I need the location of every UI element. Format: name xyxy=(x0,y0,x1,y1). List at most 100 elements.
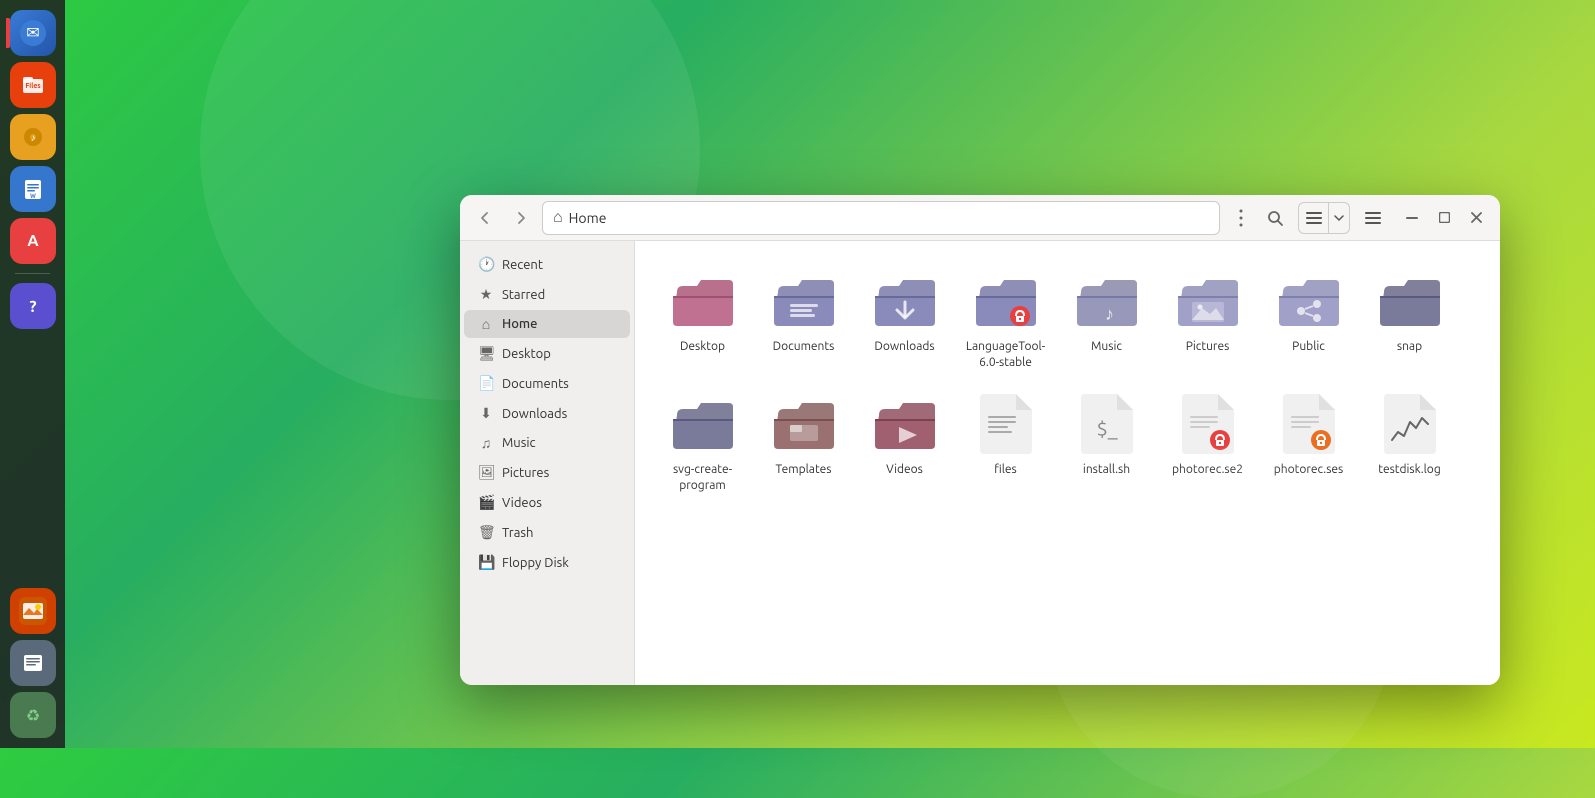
file-documents[interactable]: Documents xyxy=(756,261,851,378)
taskbar-imgviewer[interactable] xyxy=(10,588,56,634)
file-photorec-ses[interactable]: photorec.ses xyxy=(1261,384,1356,501)
clock-icon: 🕐 xyxy=(478,256,494,273)
downloads-icon: ⬇ xyxy=(478,405,494,422)
sidebar-label-music: Music xyxy=(502,436,536,450)
taskbar-files[interactable]: Files xyxy=(10,62,56,108)
photorec-ses-icon xyxy=(1277,392,1341,456)
svg-create-folder-icon xyxy=(671,392,735,456)
file-languagetool[interactable]: LanguageTool-6.0-stable xyxy=(958,261,1053,378)
documents-folder-icon xyxy=(772,269,836,333)
testdisk-log-label: testdisk.log xyxy=(1378,462,1440,478)
install-sh-label: install.sh xyxy=(1083,462,1130,478)
downloads-label: Downloads xyxy=(874,339,934,355)
sidebar-item-downloads[interactable]: ⬇ Downloads xyxy=(464,399,630,428)
file-files[interactable]: files xyxy=(958,384,1053,501)
svg-text:?: ? xyxy=(29,298,36,316)
documents-icon: 📄 xyxy=(478,375,494,392)
sidebar-item-starred[interactable]: ★ Starred xyxy=(464,280,630,309)
templates-folder-icon xyxy=(772,392,836,456)
sidebar-label-trash: Trash xyxy=(502,526,533,540)
svg-create-label: svg-create-program xyxy=(659,462,746,493)
file-pictures[interactable]: Pictures xyxy=(1160,261,1255,378)
list-view-button[interactable] xyxy=(1299,203,1329,233)
file-photorec-se2[interactable]: photorec.se2 xyxy=(1160,384,1255,501)
files-file-icon xyxy=(974,392,1038,456)
file-svg-create[interactable]: svg-create-program xyxy=(655,384,750,501)
svg-text:A: A xyxy=(27,232,39,250)
file-downloads[interactable]: Downloads xyxy=(857,261,952,378)
music-folder-icon: ♪ xyxy=(1075,269,1139,333)
sidebar-item-music[interactable]: ♫ Music xyxy=(464,429,630,457)
maximize-button[interactable] xyxy=(1430,204,1458,232)
taskbar-trash[interactable]: ♻ xyxy=(10,692,56,738)
search-button[interactable] xyxy=(1260,203,1290,233)
sidebar-label-desktop: Desktop xyxy=(502,347,551,361)
forward-button[interactable] xyxy=(506,203,536,233)
taskbar-writer[interactable]: W xyxy=(10,166,56,212)
photorec-ses-label: photorec.ses xyxy=(1274,462,1343,478)
sidebar: 🕐 Recent ★ Starred ⌂ Home 🖥 Desktop 📄 Do… xyxy=(460,241,635,685)
svg-text:♪: ♪ xyxy=(30,132,35,143)
sidebar-item-desktop[interactable]: 🖥 Desktop xyxy=(464,339,630,368)
desktop-label: Desktop xyxy=(680,339,725,355)
more-options-button[interactable] xyxy=(1226,203,1256,233)
photorec-se2-label: photorec.se2 xyxy=(1172,462,1243,478)
file-install-sh[interactable]: $_ install.sh xyxy=(1059,384,1154,501)
taskbar-help[interactable]: ? xyxy=(10,283,56,329)
desktop-icon: 🖥 xyxy=(478,345,494,362)
svg-text:$_: $_ xyxy=(1096,417,1117,441)
minimize-button[interactable] xyxy=(1398,204,1426,232)
templates-label: Templates xyxy=(776,462,832,478)
music-icon: ♫ xyxy=(478,435,494,451)
file-templates[interactable]: Templates xyxy=(756,384,851,501)
file-music[interactable]: ♪ Music xyxy=(1059,261,1154,378)
taskbar: ✉ Files ♪ W xyxy=(0,0,65,748)
files-area: Desktop D xyxy=(635,241,1500,685)
file-manager-window: ⌂ Home xyxy=(460,195,1500,685)
svg-text:W: W xyxy=(30,193,36,200)
pictures-folder-icon xyxy=(1176,269,1240,333)
install-sh-icon: $_ xyxy=(1075,392,1139,456)
taskbar-audio[interactable]: ♪ xyxy=(10,114,56,160)
sidebar-item-recent[interactable]: 🕐 Recent xyxy=(464,250,630,279)
close-button[interactable] xyxy=(1462,204,1490,232)
floppy-icon: 💾 xyxy=(478,554,494,571)
svg-text:Files: Files xyxy=(25,82,41,90)
sidebar-item-home[interactable]: ⌂ Home xyxy=(464,310,630,338)
svg-text:✉: ✉ xyxy=(26,24,39,42)
main-content: 🕐 Recent ★ Starred ⌂ Home 🖥 Desktop 📄 Do… xyxy=(460,241,1500,685)
taskbar-email[interactable]: ✉ xyxy=(10,10,56,56)
file-snap[interactable]: snap xyxy=(1362,261,1457,378)
snap-folder-icon xyxy=(1378,269,1442,333)
sidebar-item-trash[interactable]: 🗑 Trash xyxy=(464,518,630,547)
address-bar[interactable]: ⌂ Home xyxy=(542,201,1220,235)
sidebar-item-pictures[interactable]: 🖼 Pictures xyxy=(464,458,630,487)
file-testdisk-log[interactable]: testdisk.log xyxy=(1362,384,1457,501)
public-label: Public xyxy=(1292,339,1325,355)
taskbar-appstore[interactable]: A xyxy=(10,218,56,264)
languagetool-label: LanguageTool-6.0-stable xyxy=(962,339,1049,370)
svg-text:♻: ♻ xyxy=(25,707,39,725)
back-button[interactable] xyxy=(470,203,500,233)
languagetool-folder-icon xyxy=(974,269,1038,333)
documents-label: Documents xyxy=(773,339,835,355)
list-view-chevron[interactable] xyxy=(1329,203,1349,233)
downloads-folder-icon xyxy=(873,269,937,333)
file-videos[interactable]: Videos xyxy=(857,384,952,501)
file-desktop[interactable]: Desktop xyxy=(655,261,750,378)
sidebar-item-documents[interactable]: 📄 Documents xyxy=(464,369,630,398)
sidebar-label-starred: Starred xyxy=(502,288,545,302)
sidebar-label-downloads: Downloads xyxy=(502,407,567,421)
file-public[interactable]: Public xyxy=(1261,261,1356,378)
sidebar-item-videos[interactable]: 🎬 Videos xyxy=(464,488,630,517)
desktop-folder-icon xyxy=(671,269,735,333)
photorec-se2-icon xyxy=(1176,392,1240,456)
sidebar-label-recent: Recent xyxy=(502,258,543,272)
home-icon: ⌂ xyxy=(478,316,494,332)
taskbar-texteditor[interactable] xyxy=(10,640,56,686)
address-text: Home xyxy=(569,210,607,226)
sidebar-item-floppy[interactable]: 💾 Floppy Disk xyxy=(464,548,630,577)
videos-folder-icon xyxy=(873,392,937,456)
menu-button[interactable] xyxy=(1358,203,1388,233)
files-file-label: files xyxy=(994,462,1016,478)
